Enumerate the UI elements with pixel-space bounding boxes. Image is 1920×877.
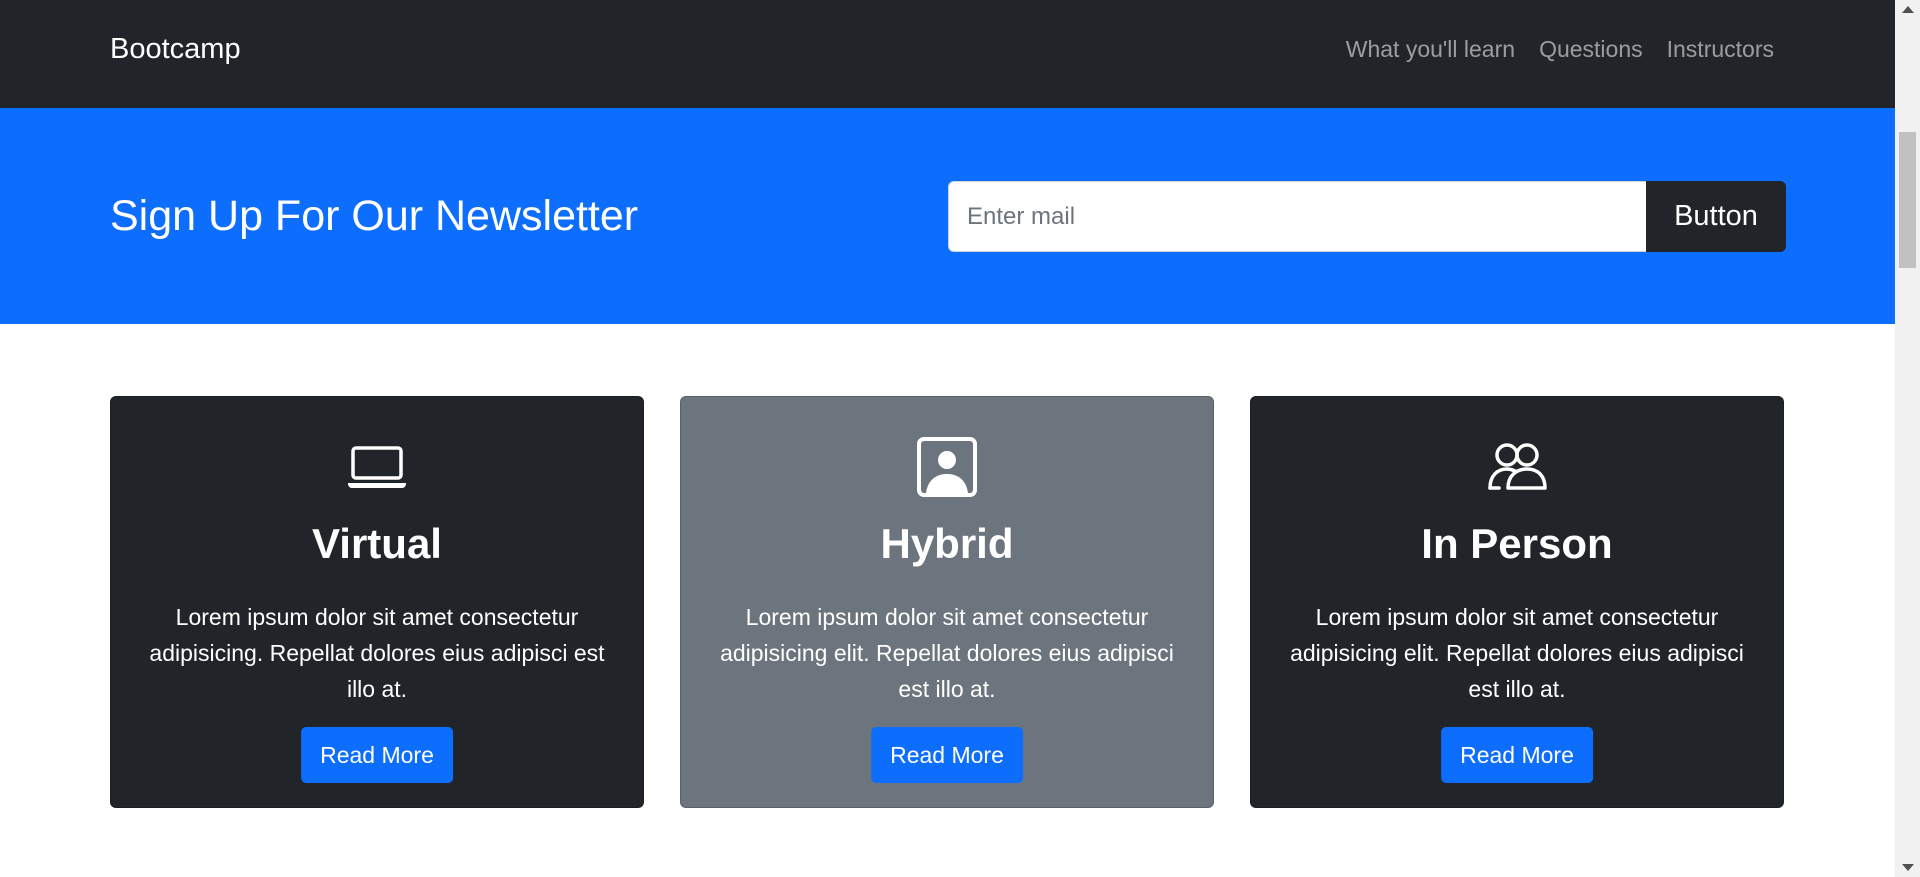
scroll-down-arrow-icon[interactable] xyxy=(1902,864,1914,871)
card-hybrid: Hybrid Lorem ipsum dolor sit amet consec… xyxy=(680,396,1214,808)
scrollbar-thumb[interactable] xyxy=(1899,132,1916,268)
card-text: Lorem ipsum dolor sit amet consectetur a… xyxy=(720,604,1174,702)
read-more-button[interactable]: Read More xyxy=(1441,727,1593,783)
card-title: Virtual xyxy=(312,520,442,567)
newsletter-section: Sign Up For Our Newsletter Button xyxy=(0,108,1895,324)
person-square-icon xyxy=(917,437,977,497)
newsletter-title: Sign Up For Our Newsletter xyxy=(110,192,639,240)
card-in-person: In Person Lorem ipsum dolor sit amet con… xyxy=(1250,396,1784,808)
scroll-up-arrow-icon[interactable] xyxy=(1902,6,1914,13)
vertical-scrollbar[interactable] xyxy=(1895,0,1920,877)
newsletter-input-group: Button xyxy=(948,181,1786,252)
email-input[interactable] xyxy=(948,181,1646,252)
nav-link-questions[interactable]: Questions xyxy=(1539,31,1643,67)
card-title: Hybrid xyxy=(880,520,1014,567)
subscribe-button[interactable]: Button xyxy=(1646,181,1786,252)
nav-links: What you'll learn Questions Instructors xyxy=(1346,31,1774,67)
card-text: Lorem ipsum dolor sit amet consectetur a… xyxy=(149,604,605,702)
read-more-button[interactable]: Read More xyxy=(871,727,1023,783)
card-virtual: Virtual Lorem ipsum dolor sit amet conse… xyxy=(110,396,644,808)
boxes-section: Virtual Lorem ipsum dolor sit amet conse… xyxy=(110,396,1784,808)
read-more-button[interactable]: Read More xyxy=(301,727,453,783)
nav-link-what-youll-learn[interactable]: What you'll learn xyxy=(1346,31,1515,67)
laptop-icon xyxy=(348,446,406,488)
brand-link[interactable]: Bootcamp xyxy=(110,31,241,67)
people-icon xyxy=(1488,443,1547,490)
nav-link-instructors[interactable]: Instructors xyxy=(1667,31,1774,67)
card-title: In Person xyxy=(1421,520,1613,567)
navbar: Bootcamp What you'll learn Questions Ins… xyxy=(0,0,1895,108)
card-text: Lorem ipsum dolor sit amet consectetur a… xyxy=(1290,604,1744,702)
page-viewport: Bootcamp What you'll learn Questions Ins… xyxy=(0,0,1895,877)
